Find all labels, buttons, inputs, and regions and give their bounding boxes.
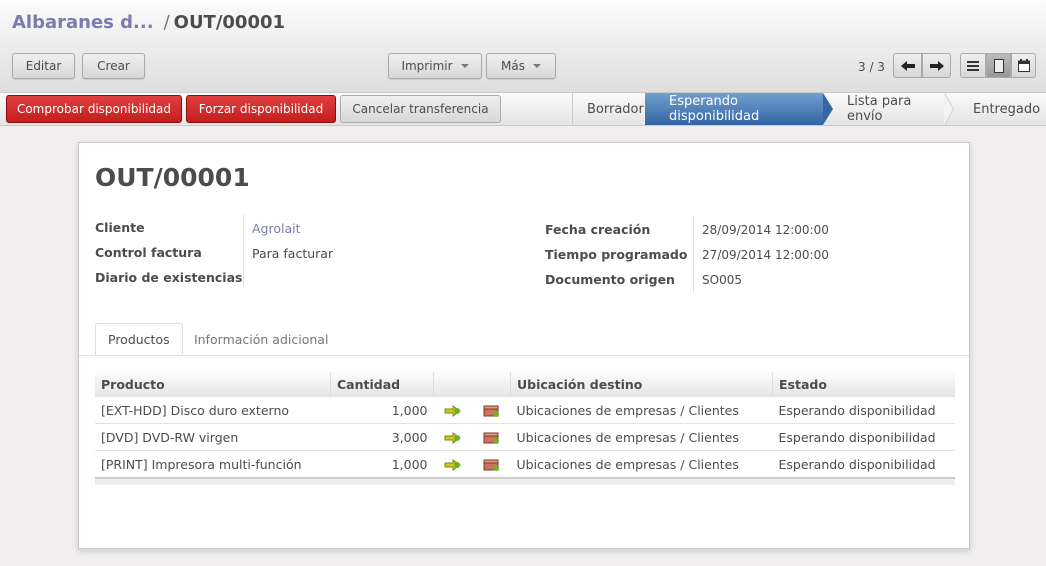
cell-actions [433,396,511,424]
arrow-right-icon [929,60,944,71]
cell-quantity: 1,000 [330,396,434,424]
list-icon [967,60,979,71]
breadcrumb-current: OUT/00001 [173,12,286,33]
tab-products[interactable]: Productos [95,323,183,355]
cell-destination: Ubicaciones de empresas / Clientes [510,396,773,424]
process-move-icon[interactable] [444,405,462,417]
status-step-label: Borrador [587,101,644,117]
field-label-creation-date: Fecha creación [545,222,651,237]
column-header-destination[interactable]: Ubicación destino [510,372,773,397]
calendar-icon [1017,59,1030,72]
customer-link[interactable]: Agrolait [252,221,301,236]
more-dropdown[interactable]: Más [486,53,556,79]
field-label-customer: Cliente [95,220,145,235]
breadcrumb-separator: / [163,12,170,33]
cell-destination: Ubicaciones de empresas / Clientes [510,450,773,477]
cell-state: Esperando disponibilidad [772,450,955,477]
split-lot-icon[interactable] [483,432,501,444]
cancel-transfer-button[interactable]: Cancelar transferencia [340,95,501,123]
field-label-stock-journal: Diario de existencias [95,270,243,285]
status-step-waiting[interactable]: Esperando disponibilidad [645,93,823,125]
process-move-icon[interactable] [444,459,462,471]
form-icon [993,58,1004,73]
tab-additional-info-label: Información adicional [194,331,329,347]
table-row[interactable]: [EXT-HDD] Disco duro externo 1,000 Ubica… [95,396,955,424]
force-availability-label: Forzar disponibilidad [198,102,324,116]
edit-button-label: Editar [25,59,62,73]
invoice-control-value: Para facturar [252,246,334,261]
field-label-invoice-control: Control factura [95,245,202,260]
cell-state: Esperando disponibilidad [772,396,955,424]
table-header-row: Producto Cantidad Ubicación destino Esta… [95,372,955,397]
arrow-left-icon [900,60,915,71]
pager-previous-button[interactable] [893,53,922,78]
status-step-delivered[interactable]: Entregado [955,93,1046,125]
field-label-source-document: Documento origen [545,272,675,287]
create-button-label: Crear [97,59,130,73]
tab-products-label: Productos [108,331,170,347]
table-row[interactable]: [DVD] DVD-RW virgen 3,000 Ubicaciones de… [95,423,955,451]
calendar-view-button[interactable] [1011,53,1036,78]
print-dropdown[interactable]: Imprimir [388,53,482,79]
source-document-value: SO005 [702,273,742,287]
field-divider [243,215,244,287]
breadcrumb: Albaranes d... / OUT/00001 [12,12,285,33]
cancel-transfer-label: Cancelar transferencia [352,102,489,116]
cell-product: [EXT-HDD] Disco duro externo [95,396,331,424]
moves-table: Producto Cantidad Ubicación destino Esta… [95,372,955,477]
more-dropdown-label: Más [501,59,525,73]
record-title: OUT/00001 [95,163,250,192]
column-header-quantity[interactable]: Cantidad [330,372,434,397]
column-header-actions [433,372,511,397]
cell-actions [433,450,511,477]
check-availability-label: Comprobar disponibilidad [16,102,172,116]
scheduled-time-value: 27/09/2014 12:00:00 [702,248,829,262]
cell-product: [PRINT] Impresora multi-función [95,450,331,477]
chevron-down-icon [460,64,469,68]
process-move-icon[interactable] [444,432,462,444]
split-lot-icon[interactable] [483,459,501,471]
top-bar: Albaranes d... / OUT/00001 Editar Crear Im… [0,0,1046,93]
force-availability-button[interactable]: Forzar disponibilidad [186,95,336,123]
table-footer [95,477,955,485]
split-lot-icon[interactable] [483,405,501,417]
create-button[interactable]: Crear [82,53,145,79]
list-view-button[interactable] [960,53,986,78]
form-view-button[interactable] [986,53,1011,78]
chevron-down-icon [532,64,541,68]
check-availability-button[interactable]: Comprobar disponibilidad [6,95,182,123]
column-header-product[interactable]: Producto [95,372,331,397]
status-bar: Borrador Esperando disponibilidad Lista … [572,93,1046,125]
pager-counter: 3 / 3 [858,60,885,74]
cell-product: [DVD] DVD-RW virgen [95,423,331,451]
status-step-draft[interactable]: Borrador [573,93,645,125]
form-sheet: OUT/00001 Cliente Control factura Diario… [78,142,970,549]
status-step-label: Entregado [973,101,1041,117]
status-step-ready[interactable]: Lista para envío [833,93,943,125]
field-divider [693,216,694,292]
status-separator [944,93,953,125]
table-row[interactable]: [PRINT] Impresora multi-función 1,000 Ub… [95,450,955,477]
column-header-state[interactable]: Estado [772,372,955,397]
status-step-label: Esperando disponibilidad [669,94,760,124]
cell-destination: Ubicaciones de empresas / Clientes [510,423,773,451]
cell-state: Esperando disponibilidad [772,423,955,451]
cell-quantity: 1,000 [330,450,434,477]
pager-next-button[interactable] [922,53,951,78]
status-step-label: Lista para envío [847,94,912,124]
status-active-chevron [823,93,833,125]
field-label-scheduled-time: Tiempo programado [545,247,688,262]
tab-additional-info[interactable]: Información adicional [194,323,328,355]
print-dropdown-label: Imprimir [401,59,453,73]
cell-actions [433,423,511,451]
notebook-tabs: Productos Información adicional [79,323,969,356]
edit-button[interactable]: Editar [12,53,75,79]
breadcrumb-parent-link[interactable]: Albaranes d... [12,12,154,33]
creation-date-value: 28/09/2014 12:00:00 [702,223,829,237]
cell-quantity: 3,000 [330,423,434,451]
